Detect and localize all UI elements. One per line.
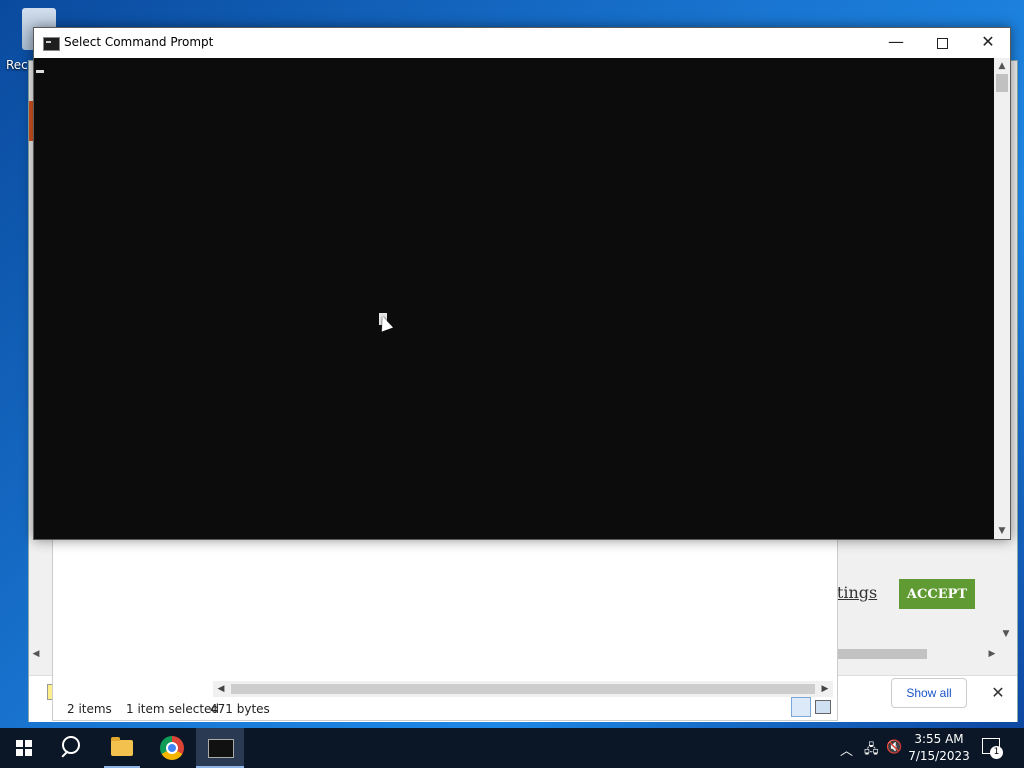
console-area[interactable] xyxy=(34,58,994,539)
search-button[interactable] xyxy=(48,728,96,768)
taskbar: ︿ 🖧 🔇 3:55 AM 7/15/2023 1 xyxy=(0,728,1024,768)
search-icon-handle xyxy=(61,750,69,758)
browser-scroll-thumb[interactable] xyxy=(837,649,927,659)
windows-logo-icon xyxy=(16,740,32,756)
console-scroll-thumb[interactable] xyxy=(996,74,1008,92)
console-vertical-scrollbar[interactable]: ▲ ▼ xyxy=(994,58,1010,539)
status-size: 471 bytes xyxy=(210,702,270,716)
show-all-downloads-button[interactable]: Show all xyxy=(891,678,967,708)
minimize-button[interactable]: — xyxy=(873,28,919,58)
large-icons-view-icon[interactable] xyxy=(815,700,831,714)
network-icon[interactable]: 🖧 xyxy=(864,740,879,762)
chrome-icon xyxy=(160,736,184,760)
scroll-left-arrow-icon[interactable]: ◀ xyxy=(29,647,43,661)
start-button[interactable] xyxy=(0,728,48,768)
accept-cookies-button[interactable]: ACCEPT xyxy=(899,579,975,609)
explorer-scroll-thumb[interactable] xyxy=(231,684,815,694)
show-hidden-icons-chevron-icon[interactable]: ︿ xyxy=(840,740,853,759)
desktop: Rec ettings ACCEPT ▼ ◀ ▶ Show all ✕ ◀ ▶ … xyxy=(0,0,1024,728)
scroll-up-arrow-icon[interactable]: ▲ xyxy=(994,58,1010,74)
scroll-right-arrow-icon[interactable]: ▶ xyxy=(985,647,999,661)
explorer-horizontal-scrollbar[interactable]: ◀ ▶ xyxy=(213,681,833,697)
clock-date: 7/15/2023 xyxy=(908,749,970,763)
command-prompt-window: Select Command Prompt — ✕ ▲ ▼ xyxy=(33,27,1011,540)
clock-time: 3:55 AM xyxy=(914,732,964,746)
cmd-app-icon xyxy=(43,37,60,51)
status-selection: 1 item selected xyxy=(126,702,220,716)
cmd-taskbar-button[interactable] xyxy=(196,728,244,768)
file-explorer-window: ◀ ▶ 2 items 1 item selected 471 bytes xyxy=(52,537,838,721)
volume-muted-icon[interactable]: 🔇 xyxy=(886,740,902,755)
file-explorer-taskbar-button[interactable] xyxy=(98,728,146,768)
scroll-down-arrow-icon[interactable]: ▼ xyxy=(994,523,1010,539)
system-clock[interactable]: 3:55 AM 7/15/2023 xyxy=(906,731,972,765)
action-center-button[interactable]: 1 xyxy=(980,736,1004,760)
details-view-icon[interactable] xyxy=(791,697,811,717)
explorer-status-bar: 2 items 1 item selected 471 bytes xyxy=(53,699,837,719)
status-item-count: 2 items xyxy=(67,702,112,716)
notification-count-badge: 1 xyxy=(990,746,1003,759)
window-title: Select Command Prompt xyxy=(64,35,214,49)
scroll-down-arrow-icon[interactable]: ▼ xyxy=(999,629,1013,643)
scroll-right-arrow-icon[interactable]: ▶ xyxy=(817,681,833,697)
folder-icon xyxy=(111,737,133,756)
console-cursor xyxy=(36,70,44,73)
close-button[interactable]: ✕ xyxy=(965,28,1011,58)
scroll-left-arrow-icon[interactable]: ◀ xyxy=(213,681,229,697)
cmd-titlebar[interactable]: Select Command Prompt — ✕ xyxy=(34,28,1010,58)
maximize-button[interactable] xyxy=(919,28,965,58)
close-download-bar-icon[interactable]: ✕ xyxy=(987,682,1009,704)
maximize-icon xyxy=(936,38,948,49)
chrome-taskbar-button[interactable] xyxy=(148,728,196,768)
terminal-icon xyxy=(208,739,234,758)
